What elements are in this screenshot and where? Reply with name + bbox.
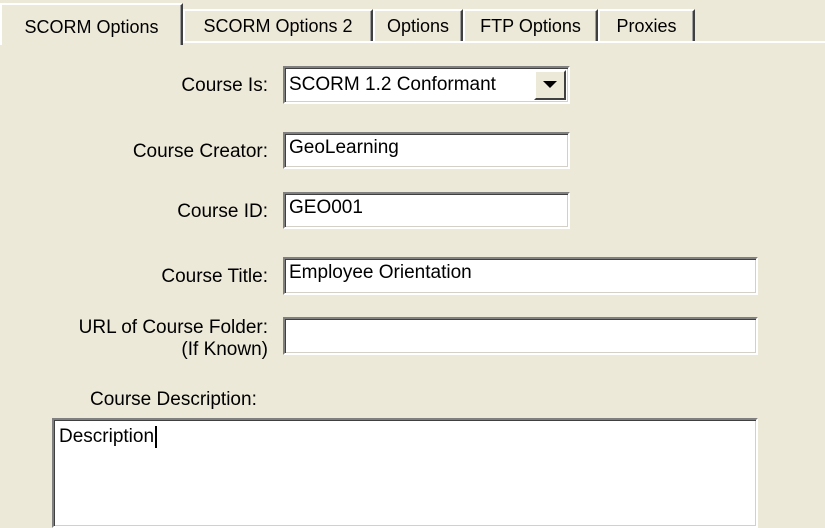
course-url-label: URL of Course Folder: (If Known)	[79, 317, 268, 361]
tab-proxies[interactable]: Proxies	[598, 9, 695, 41]
course-description-label: Course Description:	[90, 389, 257, 410]
course-creator-value: GeoLearning	[289, 137, 399, 158]
tab-label: SCORM Options 2	[203, 15, 353, 36]
course-id-label: Course ID:	[177, 201, 268, 222]
course-url-label-line2: (If Known)	[181, 339, 268, 360]
course-url-label-line1: URL of Course Folder:	[78, 317, 268, 338]
course-creator-input[interactable]: GeoLearning	[283, 132, 570, 169]
dropdown-button[interactable]	[534, 70, 566, 100]
tab-strip: SCORM Options SCORM Options 2 Options FT…	[0, 0, 825, 45]
tab-scorm-options-2[interactable]: SCORM Options 2	[183, 9, 373, 41]
course-is-select[interactable]: SCORM 1.2 Conformant	[283, 66, 570, 104]
course-title-value: Employee Orientation	[289, 262, 472, 283]
course-is-label: Course Is:	[181, 75, 268, 96]
tab-scorm-options[interactable]: SCORM Options	[0, 3, 183, 45]
tab-ftp-options[interactable]: FTP Options	[463, 9, 598, 41]
tab-options[interactable]: Options	[373, 9, 463, 41]
tab-label: FTP Options	[480, 15, 581, 36]
course-title-input[interactable]: Employee Orientation	[283, 257, 758, 295]
tab-label: Proxies	[616, 15, 677, 36]
course-description-textarea[interactable]: Description	[52, 418, 758, 528]
chevron-down-icon	[543, 81, 557, 88]
course-id-input[interactable]: GEO001	[283, 192, 570, 229]
course-url-input[interactable]	[283, 317, 758, 355]
text-caret	[155, 426, 158, 448]
scorm-options-panel: Course Is: SCORM 1.2 Conformant Course C…	[0, 43, 825, 528]
course-title-label: Course Title:	[161, 266, 268, 287]
tab-label: SCORM Options	[24, 17, 159, 37]
course-creator-label: Course Creator:	[132, 141, 268, 162]
course-description-value: Description	[59, 426, 155, 447]
tab-label: Options	[386, 15, 450, 36]
course-id-value: GEO001	[289, 197, 363, 218]
course-is-value: SCORM 1.2 Conformant	[289, 74, 496, 95]
